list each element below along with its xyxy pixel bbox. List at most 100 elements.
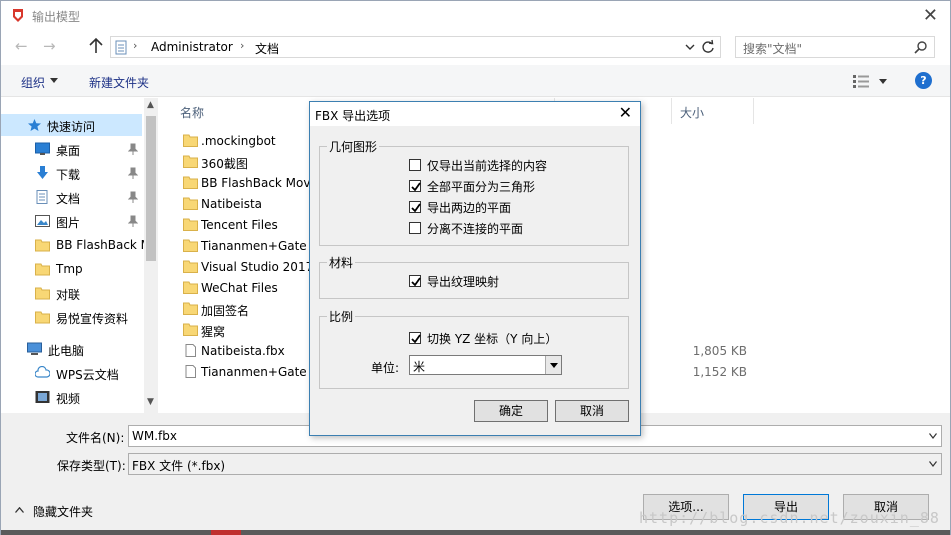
filename-label: 文件名(N): (66, 431, 125, 445)
pin-icon[interactable] (128, 143, 138, 155)
document-location-icon (115, 40, 127, 55)
nav-item-pictures[interactable]: 图片 (1, 210, 142, 232)
view-options-icon[interactable] (853, 75, 869, 88)
new-folder-button[interactable]: 新建文件夹 (89, 74, 149, 91)
scroll-up-icon[interactable]: ▲ (147, 100, 154, 110)
file-name: 360截图 (201, 157, 248, 171)
caret-down-icon (550, 363, 558, 368)
file-name: Tencent Files (201, 218, 278, 232)
filetype-label: 保存类型(T): (57, 459, 126, 473)
search-input[interactable]: 搜索"文档" (735, 36, 935, 58)
nav-item-label: Tmp (56, 262, 83, 276)
nav-item-label: 文档 (56, 192, 81, 206)
file-name: Natibeista (201, 197, 263, 211)
file-name: 加固签名 (201, 304, 250, 318)
navigation-scrollbar[interactable]: ▲ ▼ (144, 98, 158, 413)
column-divider[interactable] (753, 98, 754, 124)
navigation-pane: 快速访问 桌面 下载 文档 图片 BB FlashBack M Tmp 对联 易… (1, 98, 159, 413)
chevron-down-icon[interactable] (929, 461, 937, 467)
file-name: Tiananmen+Gate ( (201, 365, 316, 379)
geometry-group: 几何图形 仅导出当前选择的内容 全部平面分为三角形 导出两边的平面 分离不连接的… (319, 138, 629, 246)
nav-item-downloads[interactable]: 下载 (1, 162, 142, 184)
checkbox[interactable] (409, 222, 421, 234)
computer-icon (27, 342, 42, 355)
checkbox[interactable] (409, 159, 421, 171)
nav-item-promo-materials[interactable]: 易悦宣传资料 (1, 306, 142, 328)
file-name: BB FlashBack Mov (201, 176, 311, 190)
download-icon (37, 166, 48, 179)
window-title: 输出模型 (32, 10, 81, 24)
search-icon[interactable] (914, 40, 928, 54)
folder-icon (35, 239, 50, 252)
breadcrumb-documents[interactable]: 文档 (255, 40, 279, 57)
nav-item-wps-cloud[interactable]: WPS云文档 (1, 362, 142, 384)
option-label: 导出两边的平面 (427, 201, 512, 215)
checkbox-checked[interactable] (409, 180, 421, 192)
filename-value: WM.fbx (132, 429, 177, 443)
nav-item-label: 快速访问 (47, 120, 96, 134)
dialog-cancel-button[interactable]: 取消 (555, 400, 629, 422)
pin-icon[interactable] (128, 167, 138, 179)
checkbox-checked[interactable] (409, 332, 421, 344)
folder-icon (35, 287, 50, 300)
nav-item-bb-flashback[interactable]: BB FlashBack M (1, 234, 151, 256)
pin-icon[interactable] (128, 191, 138, 203)
document-icon (36, 190, 48, 204)
file-name: 猩窝 (201, 325, 226, 339)
folder-icon (183, 302, 198, 315)
nav-item-label: 下载 (56, 168, 81, 182)
filetype-value: FBX 文件 (*.fbx) (132, 459, 226, 473)
caret-down-icon[interactable] (879, 79, 887, 84)
file-name: Tiananmen+Gate ( (201, 239, 316, 253)
option-label: 导出纹理映射 (427, 275, 500, 289)
dialog-title-bar: FBX 导出选项 ✕ (310, 102, 640, 126)
unit-select[interactable]: 米 (409, 355, 562, 375)
folder-icon (183, 176, 198, 189)
nav-item-this-pc[interactable]: 此电脑 (1, 338, 142, 360)
filetype-select[interactable]: FBX 文件 (*.fbx) (128, 453, 942, 475)
address-bar[interactable]: › Administrator › 文档 (110, 36, 721, 58)
chevron-down-icon[interactable] (929, 433, 937, 439)
checkbox-checked[interactable] (409, 275, 421, 287)
option-label: 分离不连接的平面 (427, 222, 524, 236)
nav-item-videos[interactable]: 视频 (1, 386, 142, 408)
scrollbar-thumb[interactable] (146, 116, 156, 261)
chevron-up-icon[interactable] (15, 507, 24, 513)
sketchup-app-icon (13, 9, 23, 22)
hide-folders-toggle[interactable]: 隐藏文件夹 (33, 503, 93, 520)
nav-item-label: 易悦宣传资料 (56, 312, 129, 326)
nav-item-label: 桌面 (56, 144, 81, 158)
pin-icon[interactable] (128, 215, 138, 227)
help-icon[interactable]: ? (915, 72, 932, 89)
nav-item-couplets[interactable]: 对联 (1, 282, 142, 304)
group-label: 比例 (327, 308, 356, 325)
up-arrow-icon[interactable] (88, 37, 104, 55)
nav-item-desktop[interactable]: 桌面 (1, 138, 142, 160)
nav-item-quick-access[interactable]: 快速访问 (1, 114, 142, 136)
file-icon (185, 344, 196, 357)
breadcrumb-chevron-icon: › (240, 39, 245, 52)
checkbox-checked[interactable] (409, 201, 421, 213)
star-icon (28, 119, 41, 131)
chevron-down-icon[interactable] (684, 40, 696, 54)
ok-button[interactable]: 确定 (474, 400, 548, 422)
scroll-down-icon[interactable]: ▼ (147, 397, 154, 407)
organize-menu-button[interactable]: 组织 (21, 74, 45, 91)
folder-icon (183, 134, 198, 147)
forward-arrow-icon[interactable]: → (43, 37, 56, 55)
refresh-icon[interactable] (699, 38, 717, 56)
back-arrow-icon[interactable]: ← (15, 37, 28, 55)
breadcrumb-administrator[interactable]: Administrator (151, 40, 233, 54)
column-header-size[interactable]: 大小 (680, 104, 704, 121)
column-divider[interactable] (671, 98, 672, 124)
nav-item-tmp[interactable]: Tmp (1, 258, 142, 280)
column-header-name[interactable]: 名称 (180, 104, 204, 121)
close-icon[interactable]: ✕ (619, 103, 632, 122)
close-icon[interactable]: ✕ (923, 5, 938, 26)
dropdown-button[interactable] (545, 356, 561, 374)
file-name: WeChat Files (201, 281, 278, 295)
nav-item-documents[interactable]: 文档 (1, 186, 142, 208)
file-name: Visual Studio 2017 (201, 260, 314, 274)
unit-label: 单位: (371, 361, 400, 375)
folder-icon (183, 197, 198, 210)
